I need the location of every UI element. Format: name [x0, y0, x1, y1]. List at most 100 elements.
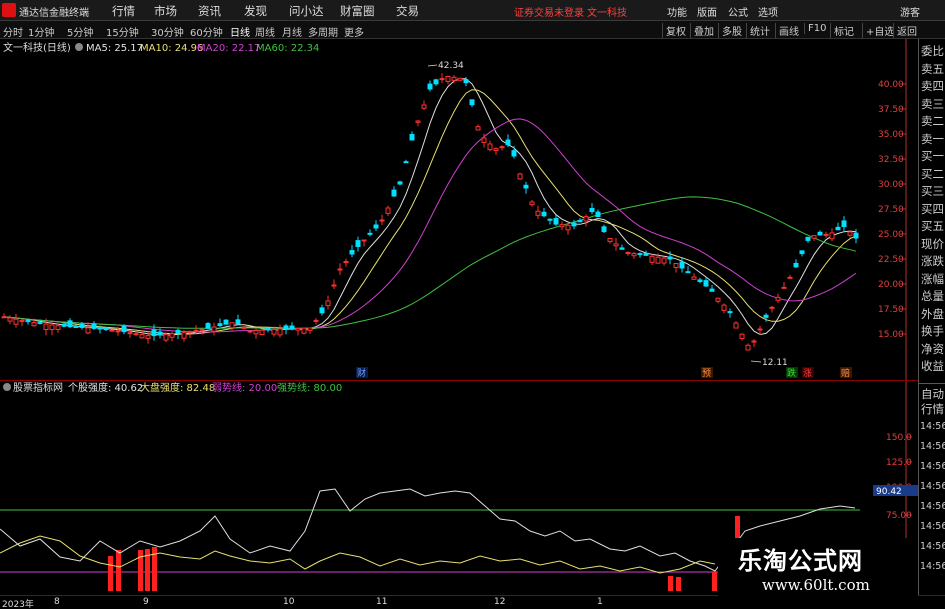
candle-down	[571, 222, 577, 227]
candle-up	[295, 327, 301, 331]
candle-up	[499, 146, 505, 149]
candle-up	[199, 328, 205, 331]
signal-bar	[108, 556, 113, 591]
candle-down	[319, 307, 325, 314]
candle-up	[847, 231, 853, 236]
candle-up	[169, 333, 175, 338]
candle-down	[589, 208, 595, 213]
button-add-watchlist[interactable]: +自选	[862, 23, 894, 38]
candle-up	[301, 327, 307, 334]
candle-down	[217, 323, 223, 327]
candle-down	[685, 271, 691, 274]
kline-chart-panel[interactable]: 文一科技(日线) MA5: 25.17 MA10: 24.96 MA20: 22…	[0, 39, 918, 380]
tab-monthly[interactable]: 月线	[282, 24, 302, 39]
marker-compensate: 赔	[841, 367, 850, 379]
indicator-gear-icon[interactable]	[3, 383, 11, 391]
candle-up	[481, 137, 487, 143]
candle-up	[739, 333, 745, 339]
candle-up	[253, 330, 259, 335]
y-axis: 40.00 37.50 35.00 32.50 30.00 27.50 25.00 22.50…	[878, 39, 907, 380]
candle-up	[631, 252, 637, 257]
candle-down	[79, 323, 85, 328]
candle-down	[643, 252, 649, 256]
candle-up	[325, 300, 331, 307]
y-tick-label: 17.50	[878, 305, 904, 315]
candle-down	[73, 326, 79, 329]
login-warning[interactable]: 证券交易未登录	[514, 4, 584, 19]
candle-up	[421, 104, 427, 109]
button-overlay[interactable]: 叠加	[690, 23, 714, 38]
current-stock-name: 文一科技	[587, 8, 627, 19]
candle-up	[415, 120, 421, 123]
quotes-label[interactable]: 行情	[921, 402, 944, 416]
candle-down	[697, 279, 703, 283]
quote-label: 卖五	[921, 61, 944, 76]
tab-multi-period[interactable]: 多周期	[308, 24, 338, 39]
auto-label[interactable]: 自动	[921, 387, 944, 401]
x-label-aug: 8	[54, 597, 60, 607]
settings-gear-icon[interactable]	[75, 43, 83, 51]
candle-down	[283, 325, 289, 330]
candle-down	[409, 133, 415, 141]
button-mark[interactable]: 标记	[830, 23, 854, 38]
guest-label[interactable]: 游客	[900, 4, 920, 19]
quote-label: 买五	[921, 219, 944, 233]
candle-up	[769, 306, 775, 309]
tab-30min[interactable]: 30分钟	[151, 24, 184, 39]
indicator-tick-label: 125.0	[886, 458, 912, 468]
tab-timeshare[interactable]: 分时	[3, 24, 23, 39]
button-back[interactable]: 返回	[893, 23, 917, 38]
candle-up	[31, 322, 37, 327]
menu-item-discover[interactable]: 发现	[244, 3, 267, 19]
button-multi-stock[interactable]: 多股	[718, 23, 742, 38]
menu-item-market[interactable]: 市场	[154, 3, 177, 19]
tab-more[interactable]: 更多	[344, 24, 364, 39]
tab-1min[interactable]: 1分钟	[28, 24, 54, 39]
candle-up	[163, 333, 169, 341]
kline-chart[interactable]: 文一科技(日线) MA5: 25.17 MA10: 24.96 MA20: 22…	[0, 39, 918, 380]
tab-15min[interactable]: 15分钟	[106, 24, 139, 39]
candle-down	[511, 150, 517, 157]
candle-up	[655, 256, 661, 264]
tab-60min[interactable]: 60分钟	[190, 24, 223, 39]
menu-item-wealth[interactable]: 财富圈	[340, 3, 375, 19]
candle-up	[487, 143, 493, 151]
marker-up: 涨	[803, 368, 812, 379]
menu-item-functions[interactable]: 功能	[667, 4, 687, 19]
signal-bar	[676, 577, 681, 591]
candle-up	[85, 327, 91, 334]
menu-item-trade[interactable]: 交易	[396, 3, 419, 19]
menu-item-options[interactable]: 选项	[758, 4, 778, 19]
tab-weekly[interactable]: 周线	[255, 24, 275, 39]
menu-item-ask[interactable]: 问小达	[289, 3, 324, 19]
candle-down	[97, 327, 103, 330]
candle-up	[271, 328, 277, 335]
candle-up	[715, 297, 721, 302]
button-statistics[interactable]: 统计	[746, 23, 770, 38]
y-tick-label: 40.00	[878, 80, 904, 90]
trading-terminal: 通达信金融终端 行情 市场 资讯 发现 问小达 财富圈 交易 证券交易未登录 文…	[0, 0, 945, 609]
ma10-line	[3, 89, 857, 335]
candle-down	[427, 83, 433, 90]
current-value: 90.42	[876, 487, 902, 497]
button-draw-line[interactable]: 画线	[775, 23, 799, 38]
candle-up	[43, 323, 49, 331]
tab-5min[interactable]: 5分钟	[67, 24, 93, 39]
candle-down	[547, 218, 553, 221]
tab-daily[interactable]: 日线	[230, 24, 250, 39]
x-label-oct: 10	[283, 597, 295, 607]
candle-down	[223, 319, 229, 325]
menu-item-market-quotes[interactable]: 行情	[112, 3, 135, 19]
candle-down	[235, 319, 241, 325]
candle-down	[703, 280, 709, 287]
menu-item-news[interactable]: 资讯	[198, 3, 221, 19]
low-pointer	[750, 360, 762, 363]
y-tick-label: 25.00	[878, 230, 904, 240]
button-adjust[interactable]: 复权	[662, 23, 686, 38]
menu-item-layout[interactable]: 版面	[697, 4, 717, 19]
button-f10[interactable]: F10	[804, 23, 826, 34]
quote-label: 现价	[921, 236, 944, 251]
watermark: 乐淘公式网 www.60lt.com	[718, 538, 918, 602]
menu-item-formula[interactable]: 公式	[728, 4, 748, 19]
candle-up	[757, 328, 763, 331]
